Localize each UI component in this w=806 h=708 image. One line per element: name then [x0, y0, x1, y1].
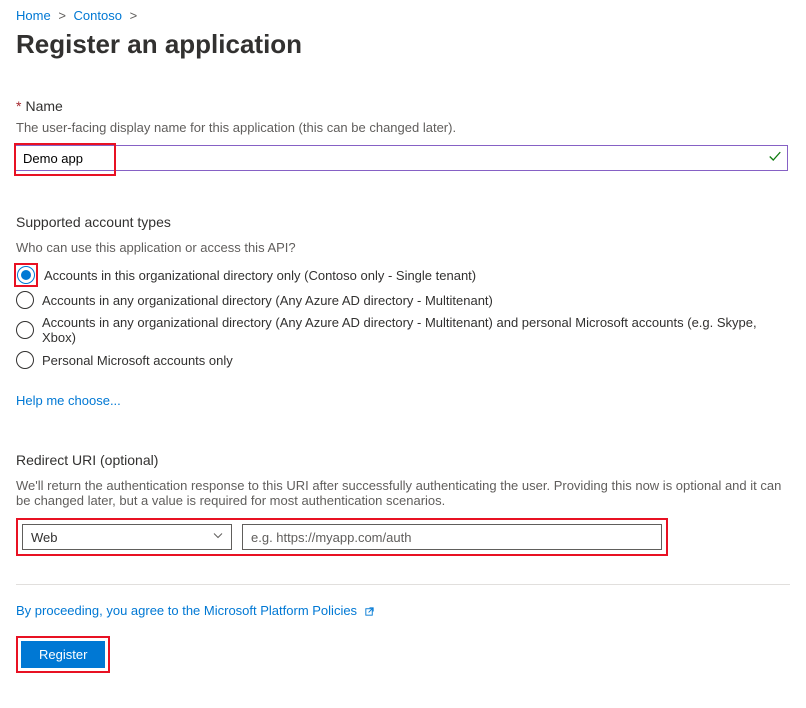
redirect-uri-heading: Redirect URI (optional)	[16, 452, 790, 468]
register-highlight: Register	[16, 636, 110, 673]
policy-link[interactable]: Microsoft Platform Policies	[204, 603, 357, 618]
external-link-icon	[364, 605, 375, 620]
policy-text: By proceeding, you agree to the Microsof…	[16, 603, 790, 620]
name-description: The user-facing display name for this ap…	[16, 120, 790, 135]
radio-circle-icon	[16, 351, 34, 369]
platform-select[interactable]: Web	[22, 524, 232, 550]
breadcrumb: Home > Contoso >	[16, 8, 790, 23]
account-types-question: Who can use this application or access t…	[16, 240, 790, 255]
name-highlight-box	[16, 145, 114, 174]
redirect-uri-input[interactable]	[242, 524, 662, 550]
radio-option-multitenant[interactable]: Accounts in any organizational directory…	[16, 291, 790, 309]
breadcrumb-sep-2: >	[130, 8, 138, 23]
radio-label: Accounts in this organizational director…	[44, 268, 476, 283]
required-star-icon: *	[16, 98, 21, 114]
account-types-heading: Supported account types	[16, 214, 790, 230]
redirect-uri-highlight: Web	[16, 518, 668, 556]
breadcrumb-tenant[interactable]: Contoso	[74, 8, 122, 23]
help-me-choose-link[interactable]: Help me choose...	[16, 393, 121, 408]
redirect-uri-row: Web	[22, 524, 662, 550]
redirect-uri-description: We'll return the authentication response…	[16, 478, 790, 508]
page-title: Register an application	[16, 29, 790, 60]
radio-circle-icon	[16, 291, 34, 309]
radio-option-multitenant-personal[interactable]: Accounts in any organizational directory…	[16, 315, 790, 345]
radio-label: Accounts in any organizational directory…	[42, 315, 790, 345]
breadcrumb-home[interactable]: Home	[16, 8, 51, 23]
radio-circle-icon	[16, 321, 34, 339]
radio-option-single-tenant[interactable]: Accounts in this organizational director…	[16, 265, 790, 285]
radio-label: Accounts in any organizational directory…	[42, 293, 493, 308]
name-input-wrap	[14, 145, 788, 171]
breadcrumb-sep-1: >	[58, 8, 66, 23]
account-types-radio-group: Accounts in this organizational director…	[16, 265, 790, 369]
radio-label: Personal Microsoft accounts only	[42, 353, 233, 368]
platform-selected-value: Web	[31, 530, 58, 545]
radio-circle-icon	[17, 266, 35, 284]
name-label: *Name	[16, 98, 790, 114]
platform-select-wrap: Web	[22, 524, 232, 550]
register-button[interactable]: Register	[21, 641, 105, 668]
radio-selected-highlight	[16, 265, 36, 285]
name-input[interactable]	[14, 145, 788, 171]
radio-option-personal[interactable]: Personal Microsoft accounts only	[16, 351, 790, 369]
divider	[16, 584, 790, 585]
